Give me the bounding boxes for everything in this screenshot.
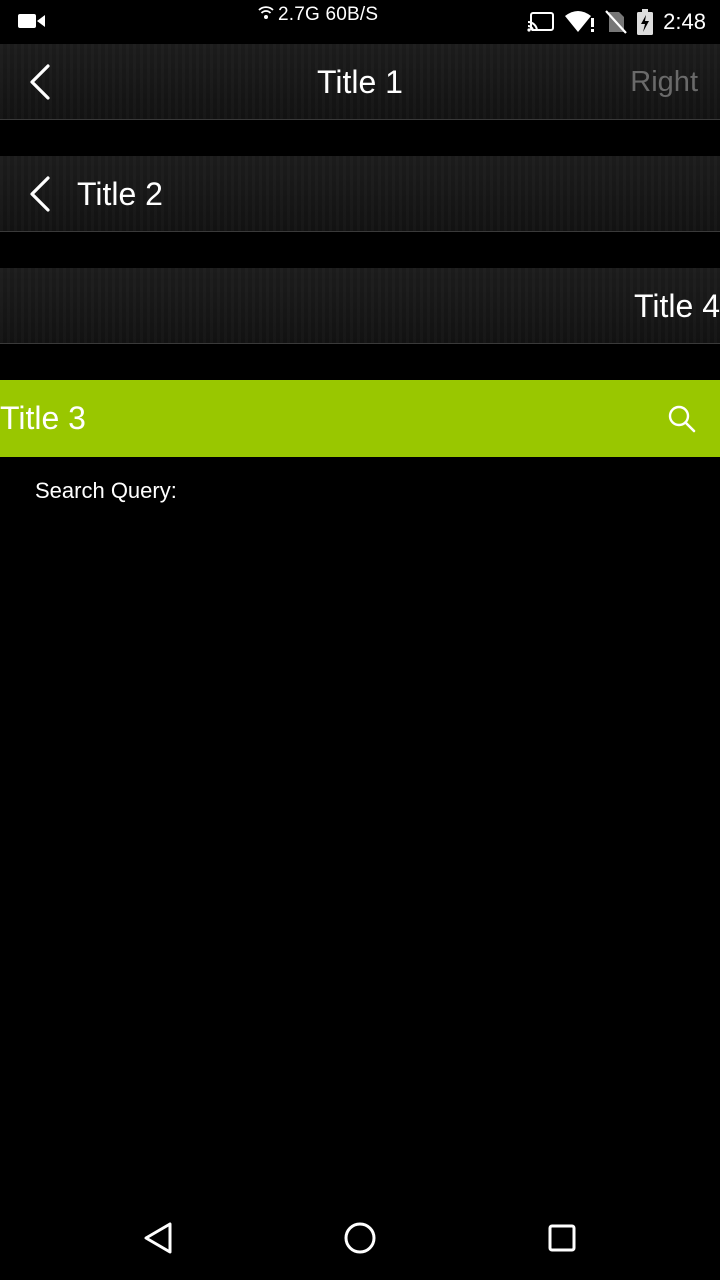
back-button[interactable] — [20, 174, 60, 214]
video-camera-icon — [18, 12, 46, 32]
toolbar-title-2: Title 2 — [0, 156, 720, 232]
nav-back-button[interactable] — [134, 1214, 182, 1262]
toolbar-title: Title 4 — [634, 287, 720, 324]
chevron-left-icon — [30, 64, 50, 100]
toolbar-title: Title 3 — [0, 400, 86, 436]
recents-square-icon — [548, 1224, 576, 1252]
wifi-icon — [565, 10, 595, 34]
toolbar-title: Title 1 — [317, 63, 403, 100]
status-time: 2:48 — [663, 9, 706, 34]
status-bar: 2.7G 60B/S 2:48 — [0, 0, 720, 44]
battery-charging-icon — [637, 9, 654, 35]
search-query-label: Search Query: — [35, 478, 177, 503]
back-button[interactable] — [20, 62, 60, 102]
back-triangle-icon — [144, 1222, 172, 1254]
nav-home-button[interactable] — [336, 1214, 384, 1262]
home-circle-icon — [344, 1222, 376, 1254]
nav-recents-button[interactable] — [538, 1214, 586, 1262]
cast-icon — [527, 11, 555, 33]
status-icons: 2:48 — [517, 8, 706, 36]
toolbar-title: Title 2 — [77, 175, 163, 212]
toolbar-title-4: Title 4 — [0, 268, 720, 344]
network-speed-text: 2.7G 60B/S — [278, 4, 379, 25]
toolbar-title-3: Title 3 — [0, 380, 720, 457]
search-icon — [668, 405, 696, 433]
toolbar-title-1: Title 1 Right — [0, 44, 720, 120]
network-speed-indicator: 2.7G 60B/S — [258, 4, 378, 26]
search-button[interactable] — [662, 399, 702, 439]
wifi-hotspot-icon — [258, 4, 278, 26]
right-button[interactable]: Right — [630, 44, 698, 120]
no-sim-icon — [605, 10, 627, 34]
chevron-left-icon — [30, 176, 50, 212]
navigation-bar — [0, 1196, 720, 1280]
